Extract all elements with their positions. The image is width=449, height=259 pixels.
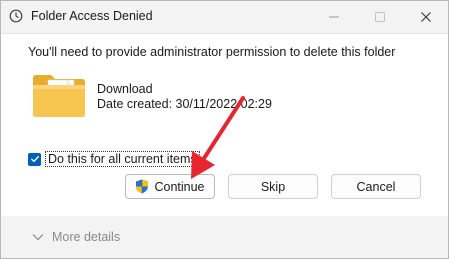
- minimize-icon: [329, 16, 339, 18]
- dialog-body: You'll need to provide administrator per…: [1, 33, 448, 216]
- skip-button-label: Skip: [260, 179, 286, 194]
- maximize-button[interactable]: [357, 1, 403, 33]
- maximize-icon: [375, 12, 385, 22]
- chevron-down-icon: [32, 234, 44, 241]
- window-title: Folder Access Denied: [31, 9, 153, 23]
- continue-button-label: Continue: [154, 179, 205, 194]
- more-details-toggle[interactable]: More details: [32, 230, 120, 244]
- apply-to-all-label[interactable]: Do this for all current items: [45, 151, 200, 167]
- minimize-button[interactable]: [311, 1, 357, 33]
- file-name: Download: [97, 82, 153, 96]
- apply-to-all-checkbox[interactable]: [28, 152, 41, 166]
- checkmark-icon: [30, 155, 39, 163]
- file-date-created: Date created: 30/11/2022 02:29: [97, 97, 272, 111]
- folder-icon: [33, 75, 85, 117]
- skip-button[interactable]: Skip: [228, 174, 318, 199]
- apply-to-all-checkbox-row[interactable]: Do this for all current items: [28, 151, 200, 167]
- permission-message: You'll need to provide administrator per…: [28, 45, 396, 59]
- cancel-button[interactable]: Cancel: [331, 174, 421, 199]
- close-icon: [421, 12, 431, 22]
- uac-shield-icon: [136, 179, 149, 194]
- continue-button[interactable]: Continue: [125, 174, 215, 199]
- more-details-label: More details: [52, 230, 121, 244]
- close-button[interactable]: [403, 1, 449, 33]
- history-clock-icon: [9, 9, 23, 23]
- cancel-button-label: Cancel: [356, 179, 396, 194]
- dialog-window: Folder Access Denied You'll need to prov…: [0, 0, 449, 259]
- title-bar[interactable]: Folder Access Denied: [1, 1, 448, 33]
